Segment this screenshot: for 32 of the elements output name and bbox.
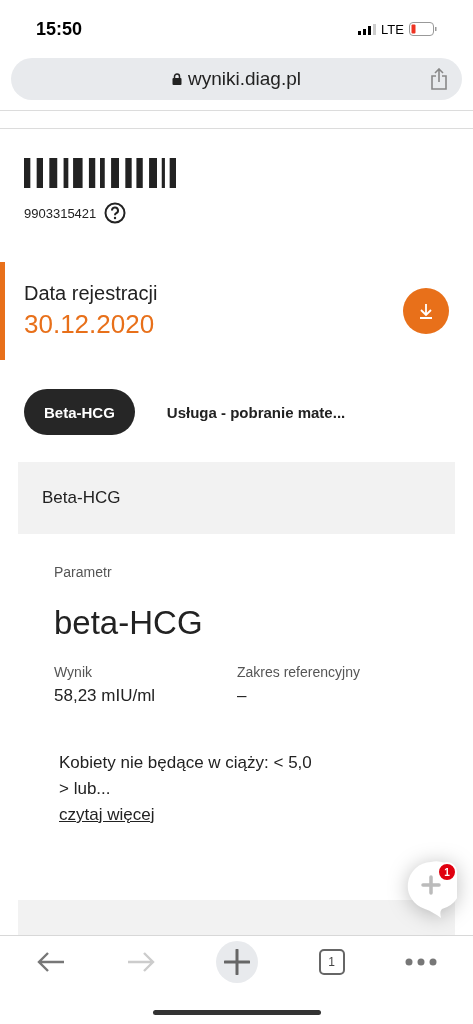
signal-icon (358, 23, 377, 35)
url-text: wyniki.diag.pl (188, 68, 301, 90)
registration-date: 30.12.2020 (24, 309, 156, 340)
share-icon[interactable] (430, 68, 448, 90)
result-tab[interactable]: Usługa - pobranie mate... (166, 389, 346, 435)
section-header: Beta-HCG (18, 462, 455, 534)
reference-value: – (237, 686, 248, 706)
more-button[interactable] (404, 958, 437, 966)
result-label: Wynik (54, 664, 93, 680)
download-icon (417, 302, 435, 320)
barcode-number: 9903315421 (24, 205, 97, 221)
network-label: LTE (381, 21, 404, 37)
parameter-label: Parametr (54, 564, 113, 580)
help-icon[interactable] (104, 202, 127, 224)
parameter-name: beta-HCG (54, 604, 204, 642)
back-button[interactable] (36, 950, 67, 974)
result-tab[interactable]: Beta-HCG (24, 389, 135, 435)
reference-label: Zakres referencyjny (237, 664, 361, 680)
note-text: Kobiety nie będące w ciąży: < 5,0 (59, 752, 313, 774)
read-more-link[interactable]: czytaj więcej (59, 805, 155, 824)
lock-icon (172, 73, 182, 85)
battery-icon (409, 22, 437, 36)
tab-count-button[interactable]: 1 (318, 949, 345, 975)
barcode-icon (24, 158, 176, 188)
note-text: > lub... (59, 778, 112, 800)
address-bar[interactable]: wyniki.diag.pl (11, 58, 462, 100)
result-value: 58,23 mIU/ml (54, 686, 157, 706)
registration-label: Data rejestracji (24, 282, 158, 305)
new-tab-button[interactable] (216, 941, 259, 983)
plus-icon (224, 949, 251, 975)
download-button[interactable] (403, 288, 449, 334)
status-time: 15:50 (36, 18, 83, 40)
